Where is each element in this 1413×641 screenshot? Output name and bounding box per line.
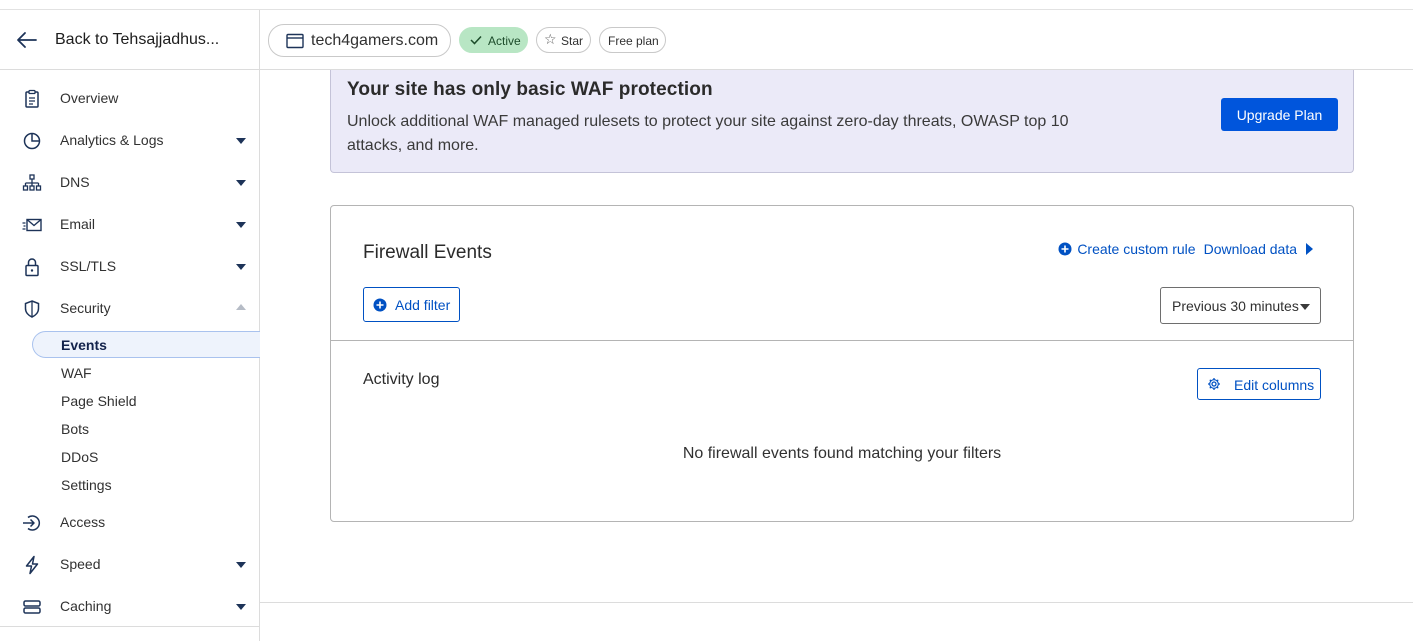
sidebar-subitem-settings[interactable]: Settings (32, 471, 260, 498)
sidebar: Back to Tehsajjadhus... Overview Analyti… (0, 10, 260, 641)
clipboard-icon (25, 89, 39, 108)
sidebar-item-label: Security (60, 300, 111, 316)
sidebar-item-security[interactable]: Security (0, 291, 259, 327)
firewall-events-title: Firewall Events (363, 242, 492, 263)
chevron-down-icon (236, 180, 246, 186)
sidebar-item-dns[interactable]: DNS (0, 165, 259, 201)
sidebar-item-label: Caching (60, 598, 112, 614)
chevron-down-icon (1300, 304, 1310, 310)
star-button[interactable]: ☆ Star (536, 27, 591, 53)
zone-header: tech4gamers.com Active ☆ Star Free plan (260, 10, 1413, 70)
arrow-left-icon (17, 32, 37, 48)
plan-label: Free plan (608, 34, 659, 48)
sidebar-item-email[interactable]: Email (0, 207, 259, 243)
star-icon: ☆ (544, 31, 557, 47)
banner-description: Unlock additional WAF managed rulesets t… (347, 113, 1069, 154)
sidebar-item-label: Speed (60, 556, 101, 572)
empty-state-message: No firewall events found matching your f… (682, 445, 1002, 462)
sidebar-item-ssl-tls[interactable]: SSL/TLS (0, 249, 259, 285)
storage-icon (23, 600, 41, 614)
sidebar-item-speed[interactable]: Speed (0, 547, 259, 583)
sidebar-item-label: Email (60, 216, 96, 232)
back-link[interactable]: Back to Tehsajjadhus... (0, 10, 259, 70)
upgrade-banner: Your site has only basic WAF protection … (330, 70, 1354, 173)
status-label: Active (488, 34, 521, 48)
chevron-down-icon (236, 562, 246, 568)
lock-icon (25, 258, 39, 277)
sidebar-subitem-label: Events (61, 337, 107, 353)
shield-icon (24, 300, 40, 318)
star-label: Star (561, 34, 584, 48)
sidebar-item-analytics-logs[interactable]: Analytics & Logs (0, 123, 259, 159)
sidebar-item-label: Analytics & Logs (60, 132, 164, 148)
chevron-down-icon (236, 138, 246, 144)
sidebar-item-access[interactable]: Access (0, 505, 259, 541)
site-name: tech4gamers.com (311, 32, 439, 49)
status-badge: Active (459, 27, 528, 53)
sidebar-divider (0, 626, 259, 627)
sidebar-item-label: Access (60, 514, 106, 530)
checkmark-icon (470, 35, 482, 45)
sidebar-subitem-label: Bots (61, 421, 90, 437)
activity-log-title: Activity log (363, 371, 440, 388)
add-filter-button[interactable]: Add filter (363, 287, 460, 322)
create-custom-rule-link[interactable]: Create custom rule (1077, 241, 1195, 257)
pie-chart-icon (23, 132, 41, 150)
back-label: Back to Tehsajjadhus... (55, 31, 220, 48)
content-divider (260, 602, 1413, 603)
plus-circle-icon (373, 298, 387, 312)
site-selector[interactable]: tech4gamers.com (268, 24, 451, 57)
plus-circle-icon (1058, 242, 1072, 256)
upgrade-plan-button[interactable]: Upgrade Plan (1221, 98, 1338, 131)
chevron-down-icon (236, 222, 246, 228)
edit-columns-button[interactable]: Edit columns (1197, 368, 1321, 400)
sidebar-item-overview[interactable]: Overview (0, 81, 259, 117)
sidebar-subitem-ddos[interactable]: DDoS (32, 443, 260, 470)
caret-right-icon (1306, 243, 1313, 255)
add-filter-label: Add filter (395, 297, 451, 313)
browser-window-icon (286, 33, 304, 49)
card-divider (331, 340, 1353, 341)
envelope-icon (22, 218, 42, 232)
sidebar-item-label: Overview (60, 90, 119, 106)
chevron-down-icon (236, 264, 246, 270)
firewall-events-card: Firewall Events Create custom rule Downl… (330, 205, 1354, 522)
sidebar-item-label: SSL/TLS (60, 258, 117, 274)
chevron-up-icon (236, 304, 246, 310)
network-icon (22, 174, 42, 191)
chevron-down-icon (236, 604, 246, 610)
sidebar-subitem-label: Page Shield (61, 393, 137, 409)
sidebar-subitem-bots[interactable]: Bots (32, 415, 260, 442)
sidebar-subitem-label: WAF (61, 365, 92, 381)
sidebar-subitem-waf[interactable]: WAF (32, 359, 260, 386)
card-actions: Create custom rule Download data (1058, 241, 1313, 257)
banner-title: Your site has only basic WAF protection (347, 79, 713, 100)
time-range-value: Previous 30 minutes (1172, 298, 1299, 314)
sidebar-subitem-label: Settings (61, 477, 112, 493)
plan-badge[interactable]: Free plan (599, 27, 666, 53)
download-data-link[interactable]: Download data (1204, 241, 1297, 257)
sidebar-subitem-label: DDoS (61, 449, 99, 465)
lightning-icon (25, 555, 39, 575)
access-icon (23, 515, 41, 531)
gear-icon (1208, 378, 1220, 390)
edit-columns-label: Edit columns (1234, 377, 1315, 393)
sidebar-item-caching[interactable]: Caching (0, 589, 259, 625)
sidebar-subitem-page-shield[interactable]: Page Shield (32, 387, 260, 414)
sidebar-subitem-events[interactable]: Events (32, 331, 260, 358)
sidebar-item-label: DNS (60, 174, 90, 190)
time-range-select[interactable]: Previous 30 minutes (1160, 287, 1321, 324)
